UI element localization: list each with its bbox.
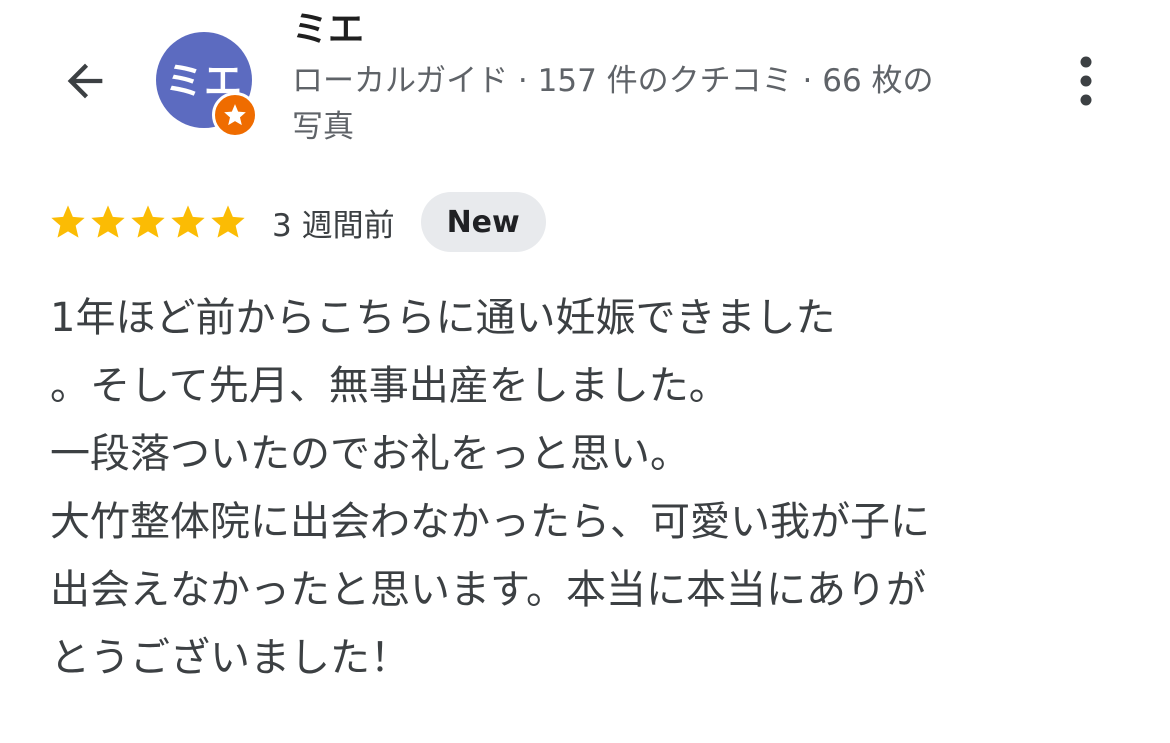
review-time: 3 週間前 [272, 207, 395, 244]
star-icon [171, 205, 205, 238]
reviewer-name[interactable]: ミエ [292, 6, 364, 54]
more-options-button[interactable] [1066, 52, 1106, 110]
rating-row: 3 週間前 New [48, 190, 546, 254]
star-icon [51, 205, 85, 238]
more-vert-icon [1080, 56, 1092, 106]
review-text-line: 一段落ついたのでお礼をっと思い。 [50, 431, 690, 477]
review-text-line: 1年ほど前からこちらに通い妊娠できました [50, 295, 836, 341]
review-text-line: 出会えなかったと思います。本当に本当にありが [50, 567, 926, 613]
star-icon [131, 205, 165, 238]
star-icon [91, 205, 125, 238]
review-text-line: とうございました！ [50, 635, 410, 681]
local-guide-star-icon [212, 92, 258, 138]
back-button[interactable] [56, 52, 114, 110]
reviewer-meta-line-2: 写真 [292, 109, 354, 145]
new-badge: New [420, 192, 546, 252]
arrow-left-icon [67, 63, 103, 99]
review-text-line: 。そして先月、無事出産をしました。 [50, 363, 729, 409]
review-text-line: 大竹整体院に出会わなかったら、可愛い我が子に [50, 499, 930, 545]
reviewer-meta-line-1: ローカルガイド · 157 件のクチコミ · 66 枚の [292, 63, 934, 99]
star-rating [48, 202, 248, 242]
review-text: 1年ほど前からこちらに通い妊娠できました 。そして先月、無事出産をしました。 一… [50, 284, 1140, 692]
star-icon [211, 205, 245, 238]
reviewer-meta: ローカルガイド · 157 件のクチコミ · 66 枚の 写真 [292, 58, 1012, 150]
